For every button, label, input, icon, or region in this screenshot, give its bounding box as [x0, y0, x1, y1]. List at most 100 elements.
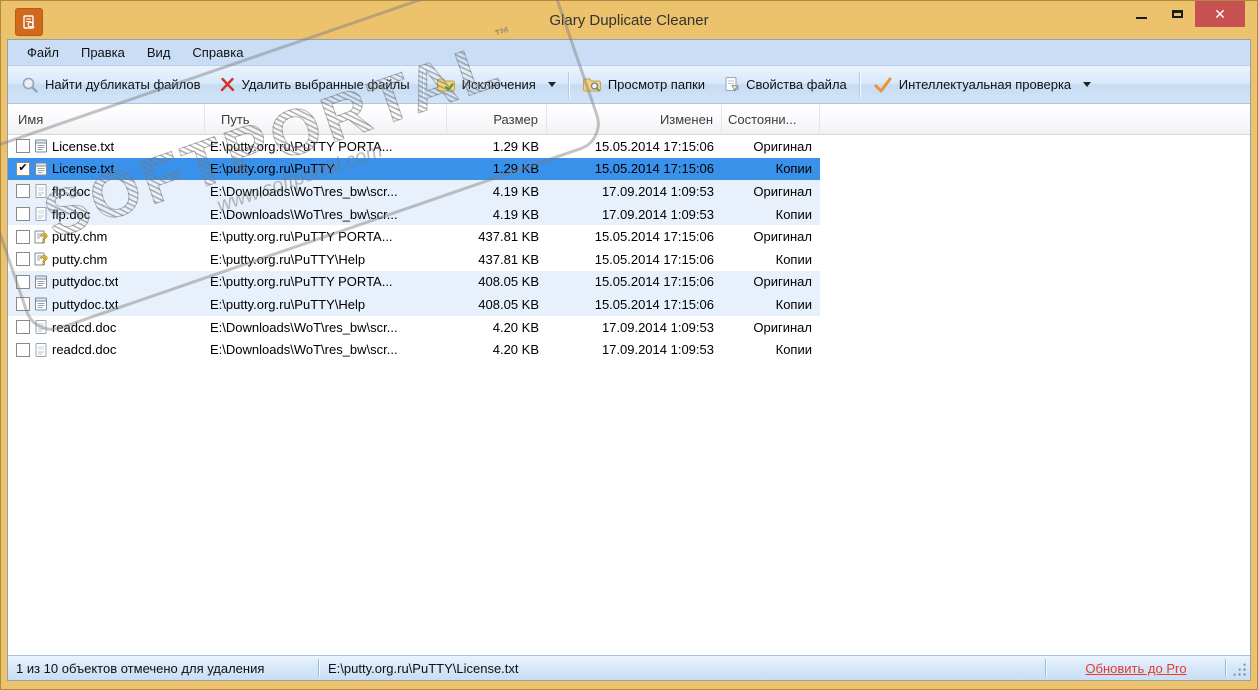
- row-checkbox[interactable]: [16, 229, 30, 244]
- menu-help[interactable]: Справка: [181, 40, 254, 65]
- file-path: E:\putty.org.ru\PuTTY\Help: [210, 296, 366, 312]
- file-modified: 15.05.2014 17:15:06: [594, 274, 714, 290]
- file-name: flp.doc: [52, 183, 91, 199]
- menu-view[interactable]: Вид: [136, 40, 182, 65]
- file-size: 1.29 KB: [492, 138, 539, 154]
- file-status: Оригинал: [753, 138, 812, 154]
- column-header-modified[interactable]: Изменен: [547, 104, 722, 134]
- table-row[interactable]: puttydoc.txt E:\putty.org.ru\PuTTY\Help …: [8, 293, 820, 316]
- file-icon: [33, 138, 49, 154]
- application-window: Glary Duplicate Cleaner ✕ Файл Правка Ви…: [0, 0, 1258, 690]
- menu-file[interactable]: Файл: [16, 40, 70, 65]
- delete-selected-button[interactable]: Удалить выбранные файлы: [210, 70, 419, 99]
- table-row[interactable]: puttydoc.txt E:\putty.org.ru\PuTTY PORTA…: [8, 270, 820, 294]
- file-properties-button[interactable]: Свойства файла: [714, 70, 856, 99]
- file-modified: 17.09.2014 1:09:53: [601, 206, 714, 222]
- file-modified: 15.05.2014 17:15:06: [594, 138, 714, 154]
- find-duplicates-label: Найти дубликаты файлов: [45, 77, 201, 92]
- row-checkbox[interactable]: [16, 207, 30, 222]
- file-size: 408.05 KB: [478, 296, 539, 312]
- row-checkbox[interactable]: [16, 252, 30, 267]
- table-row[interactable]: License.txt E:\putty.org.ru\PuTTY PORTA.…: [8, 135, 820, 158]
- file-path: E:\Downloads\WoT\res_bw\scr...: [210, 342, 398, 358]
- file-modified: 17.09.2014 1:09:53: [601, 319, 714, 335]
- file-status: Копии: [775, 342, 812, 358]
- column-header-path[interactable]: Путь: [205, 104, 447, 134]
- file-icon: [33, 161, 49, 177]
- window-title: Glary Duplicate Cleaner: [549, 11, 709, 29]
- exclusions-label: Исключения: [461, 77, 536, 92]
- row-checkbox[interactable]: [16, 161, 30, 176]
- file-size: 4.19 KB: [492, 206, 539, 222]
- menu-edit[interactable]: Правка: [70, 40, 136, 65]
- file-status: Копии: [775, 296, 812, 312]
- file-properties-icon: [725, 77, 740, 92]
- file-size: 4.20 KB: [492, 342, 539, 358]
- smart-check-icon: [874, 77, 892, 92]
- column-header-filler: [820, 104, 1250, 134]
- exclusions-button[interactable]: Исключения: [427, 70, 565, 99]
- table-row[interactable]: License.txt E:\putty.org.ru\PuTTY 1.29 K…: [8, 157, 820, 181]
- file-icon: [33, 296, 49, 312]
- search-icon: [22, 77, 38, 93]
- row-checkbox[interactable]: [16, 274, 30, 289]
- smart-check-button[interactable]: Интеллектуальная проверка: [864, 70, 1100, 99]
- row-checkbox[interactable]: [16, 297, 30, 312]
- file-path: E:\Downloads\WoT\res_bw\scr...: [210, 183, 398, 199]
- close-button[interactable]: ✕: [1195, 1, 1245, 27]
- file-icon: [33, 342, 49, 358]
- toolbar-separator: [421, 71, 424, 98]
- file-status: Оригинал: [753, 183, 812, 199]
- file-path: E:\putty.org.ru\PuTTY PORTA...: [210, 274, 393, 290]
- file-size: 408.05 KB: [478, 274, 539, 290]
- resize-grip[interactable]: [1231, 661, 1247, 677]
- file-name: puttydoc.txt: [52, 296, 119, 312]
- statusbar: 1 из 10 объектов отмечено для удаления E…: [8, 655, 1250, 680]
- table-row[interactable]: ? putty.chm E:\putty.org.ru\PuTTY PORTA.…: [8, 225, 820, 248]
- file-name: flp.doc: [52, 206, 91, 222]
- file-icon: [33, 183, 49, 199]
- file-size: 1.29 KB: [492, 161, 539, 177]
- column-header-status[interactable]: Состояни...: [722, 104, 820, 134]
- file-icon: ?: [33, 251, 49, 267]
- file-path: E:\putty.org.ru\PuTTY PORTA...: [210, 138, 393, 154]
- table-row[interactable]: flp.doc E:\Downloads\WoT\res_bw\scr... 4…: [8, 180, 820, 203]
- row-checkbox[interactable]: [16, 320, 30, 335]
- file-size: 437.81 KB: [478, 251, 539, 267]
- table-row[interactable]: readcd.doc E:\Downloads\WoT\res_bw\scr..…: [8, 316, 820, 339]
- table-row[interactable]: ? putty.chm E:\putty.org.ru\PuTTY\Help 4…: [8, 248, 820, 271]
- row-checkbox[interactable]: [16, 184, 30, 199]
- column-header-size[interactable]: Размер: [447, 104, 547, 134]
- selection-status-text: 1 из 10 объектов отмечено для удаления: [16, 660, 265, 676]
- file-icon: [33, 206, 49, 222]
- file-status: Оригинал: [753, 319, 812, 335]
- app-body: Файл Правка Вид Справка Найти дубликаты …: [7, 39, 1251, 681]
- minimize-button[interactable]: [1123, 1, 1159, 27]
- file-icon: ?: [33, 229, 49, 245]
- column-header-name[interactable]: Имя: [8, 104, 205, 134]
- delete-selected-label: Удалить выбранные файлы: [241, 77, 410, 92]
- maximize-button[interactable]: [1159, 1, 1195, 27]
- file-modified: 15.05.2014 17:15:06: [594, 161, 714, 177]
- row-checkbox[interactable]: [16, 139, 30, 154]
- file-name: License.txt: [52, 138, 115, 154]
- find-duplicates-button[interactable]: Найти дубликаты файлов: [12, 70, 210, 99]
- row-checkbox[interactable]: [16, 342, 30, 357]
- view-folder-button[interactable]: Просмотр папки: [573, 70, 714, 99]
- file-size: 437.81 KB: [478, 229, 539, 245]
- chevron-down-icon[interactable]: [547, 82, 556, 87]
- folder-view-icon: [582, 78, 601, 92]
- file-name: License.txt: [52, 161, 115, 177]
- file-modified: 15.05.2014 17:15:06: [594, 251, 714, 267]
- file-path: E:\putty.org.ru\PuTTY\Help: [210, 251, 366, 267]
- file-properties-label: Свойства файла: [746, 77, 847, 92]
- table-header: Имя Путь Размер Изменен Состояни...: [8, 104, 1250, 135]
- file-name: readcd.doc: [52, 342, 117, 358]
- file-path: E:\Downloads\WoT\res_bw\scr...: [210, 319, 398, 335]
- chevron-down-icon[interactable]: [1083, 82, 1092, 87]
- upgrade-to-pro-link[interactable]: Обновить до Pro: [1085, 661, 1186, 676]
- menubar: Файл Правка Вид Справка: [8, 40, 1250, 66]
- svg-text:?: ?: [40, 230, 48, 245]
- table-row[interactable]: readcd.doc E:\Downloads\WoT\res_bw\scr..…: [8, 338, 820, 361]
- table-row[interactable]: flp.doc E:\Downloads\WoT\res_bw\scr... 4…: [8, 202, 820, 226]
